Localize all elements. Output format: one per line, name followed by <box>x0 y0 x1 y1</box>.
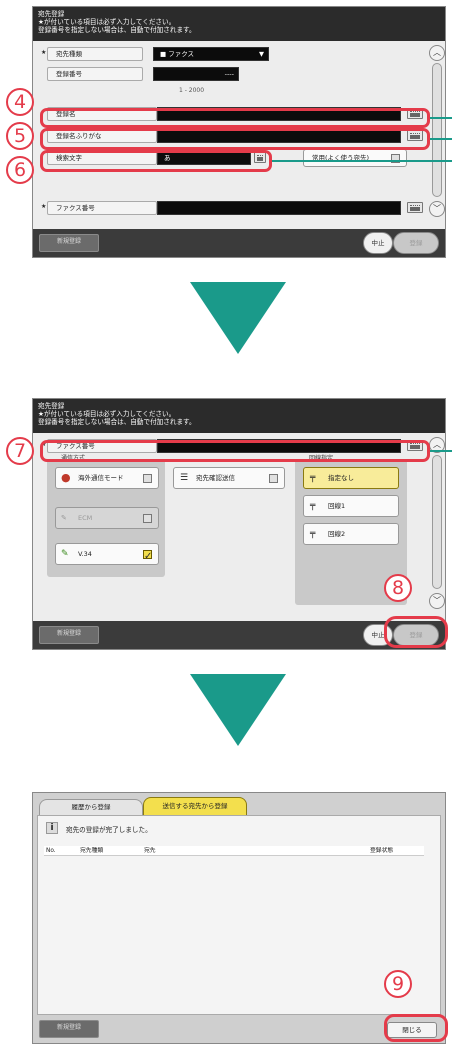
highlight-register-button <box>384 616 448 648</box>
panel-title: 宛先登録 <box>38 402 65 410</box>
panel-title: 宛先登録 <box>38 10 65 18</box>
dest-type-value: ファクス <box>168 50 195 58</box>
step-badge-8: 8 <box>384 574 412 602</box>
scroll-down-button[interactable]: ﹀ <box>429 593 445 609</box>
line1-button[interactable]: ╤ 回線1 <box>303 495 399 517</box>
info-icon: i <box>46 822 58 834</box>
tab-send-dest[interactable]: 送信する宛先から登録 <box>143 797 247 815</box>
required-star-icon: ★ <box>41 49 47 56</box>
register-button[interactable]: 登録 <box>393 232 439 254</box>
ecm-label: ECM <box>78 514 93 522</box>
required-star-icon: ★ <box>41 203 47 210</box>
pointer-line <box>430 138 452 140</box>
v34-checkbox[interactable] <box>143 547 152 567</box>
pointer-line <box>430 117 452 119</box>
panel-header: 宛先登録 ★が付いている項目は必ず入力してください。 登録番号を指定しない場合は… <box>33 399 445 433</box>
dest-confirm-checkbox[interactable] <box>269 474 278 483</box>
step-badge-5: 5 <box>6 122 34 150</box>
new-register-button[interactable]: 新規登録 <box>39 626 99 644</box>
reg-range: 1 - 2000 <box>179 87 205 94</box>
globe-icon: ● <box>61 471 71 484</box>
scroll-up-button[interactable]: ︿ <box>429 45 445 61</box>
notice-line1: ★が付いている項目は必ず入力してください。 <box>38 18 176 26</box>
v34-label: V.34 <box>78 550 92 558</box>
highlight-close-button <box>384 1014 448 1042</box>
line2-icon: ╤ <box>310 529 316 539</box>
panel-footer: 新規登録 中止 登録 <box>33 229 445 257</box>
col-status: 登録状態 <box>370 848 394 854</box>
new-register-button[interactable]: 新規登録 <box>39 234 99 252</box>
overseas-checkbox[interactable] <box>143 474 152 483</box>
fax-number-field[interactable] <box>157 201 401 215</box>
dest-confirm-label: 宛先確認送信 <box>196 474 235 482</box>
notice-line2: 登録番号を指定しない場合は、自動で付加されます。 <box>38 26 196 34</box>
panel-header: 宛先登録 ★が付いている項目は必ず入力してください。 登録番号を指定しない場合は… <box>33 7 445 41</box>
v34-button[interactable]: ✎ V.34 <box>55 543 159 567</box>
reg-number-field[interactable]: ---- <box>153 67 239 81</box>
pointer-line <box>430 450 452 452</box>
line2-button[interactable]: ╤ 回線2 <box>303 523 399 545</box>
dest-type-label: 宛先種類 <box>47 47 143 61</box>
step-badge-9: 9 <box>384 970 412 998</box>
col-no: No. <box>46 848 56 854</box>
result-table-header: No. 宛先種類 宛先 登録状態 <box>44 846 424 856</box>
line-none-label: 指定なし <box>328 474 354 482</box>
tab-history[interactable]: 履歴から登録 <box>39 799 143 815</box>
ecm-button[interactable]: ✎ ECM <box>55 507 159 529</box>
scroll-down-button[interactable]: ﹀ <box>429 201 445 217</box>
flow-arrow-down <box>190 674 286 746</box>
dest-type-select[interactable]: ■ ファクス ▼ <box>153 47 269 61</box>
scrollbar[interactable] <box>432 455 442 589</box>
highlight-furigana-row <box>40 128 430 150</box>
frequent-toggle[interactable]: 常用(よく使う宛先) <box>303 149 407 167</box>
complete-panel-step3: 履歴から登録 送信する宛先から登録 i 宛先の登録が完了しました。 No. 宛先… <box>32 792 446 1044</box>
ecm-icon: ✎ <box>61 514 67 522</box>
fax-icon: ■ <box>160 50 169 58</box>
highlight-name-row <box>40 108 430 128</box>
confirm-list-icon: ☰ <box>180 473 189 483</box>
reg-number-value: ---- <box>224 70 234 78</box>
pointer-line <box>272 160 452 162</box>
keyboard-icon[interactable] <box>407 202 423 213</box>
col-dest-type: 宛先種類 <box>80 848 104 854</box>
new-register-button[interactable]: 新規登録 <box>39 1020 99 1038</box>
col-dest: 宛先 <box>144 848 156 854</box>
line-none-button[interactable]: ╤ 指定なし <box>303 467 399 489</box>
highlight-search-row <box>40 150 272 172</box>
step-badge-7: 7 <box>6 437 34 465</box>
v34-icon: ✎ <box>61 549 69 559</box>
dest-confirm-button[interactable]: ☰ 宛先確認送信 <box>173 467 285 489</box>
highlight-fax-row <box>40 440 430 462</box>
line2-label: 回線2 <box>328 530 346 538</box>
ecm-checkbox[interactable] <box>143 514 152 523</box>
register-panel-step2: 宛先登録 ★が付いている項目は必ず入力してください。 登録番号を指定しない場合は… <box>32 398 446 650</box>
step-badge-6: 6 <box>6 156 34 184</box>
fax-number-label: ファクス番号 <box>47 201 157 215</box>
notice-line2: 登録番号を指定しない場合は、自動で付加されます。 <box>38 418 196 426</box>
overseas-mode-label: 海外通信モード <box>78 474 124 482</box>
notice-line1: ★が付いている項目は必ず入力してください。 <box>38 410 176 418</box>
stop-button[interactable]: 中止 <box>363 232 393 254</box>
scrollbar[interactable] <box>432 63 442 197</box>
line1-icon: ╤ <box>310 501 316 511</box>
reg-number-label: 登録番号 <box>47 67 143 81</box>
chevron-down-icon: ▼ <box>259 50 264 58</box>
step-badge-4: 4 <box>6 88 34 116</box>
overseas-mode-button[interactable]: ● 海外通信モード <box>55 467 159 489</box>
line-icon: ╤ <box>310 473 316 483</box>
completion-message: 宛先の登録が完了しました。 <box>66 826 152 834</box>
line1-label: 回線1 <box>328 502 346 510</box>
content-area: i 宛先の登録が完了しました。 No. 宛先種類 宛先 登録状態 <box>37 815 441 1015</box>
flow-arrow-down <box>190 282 286 354</box>
